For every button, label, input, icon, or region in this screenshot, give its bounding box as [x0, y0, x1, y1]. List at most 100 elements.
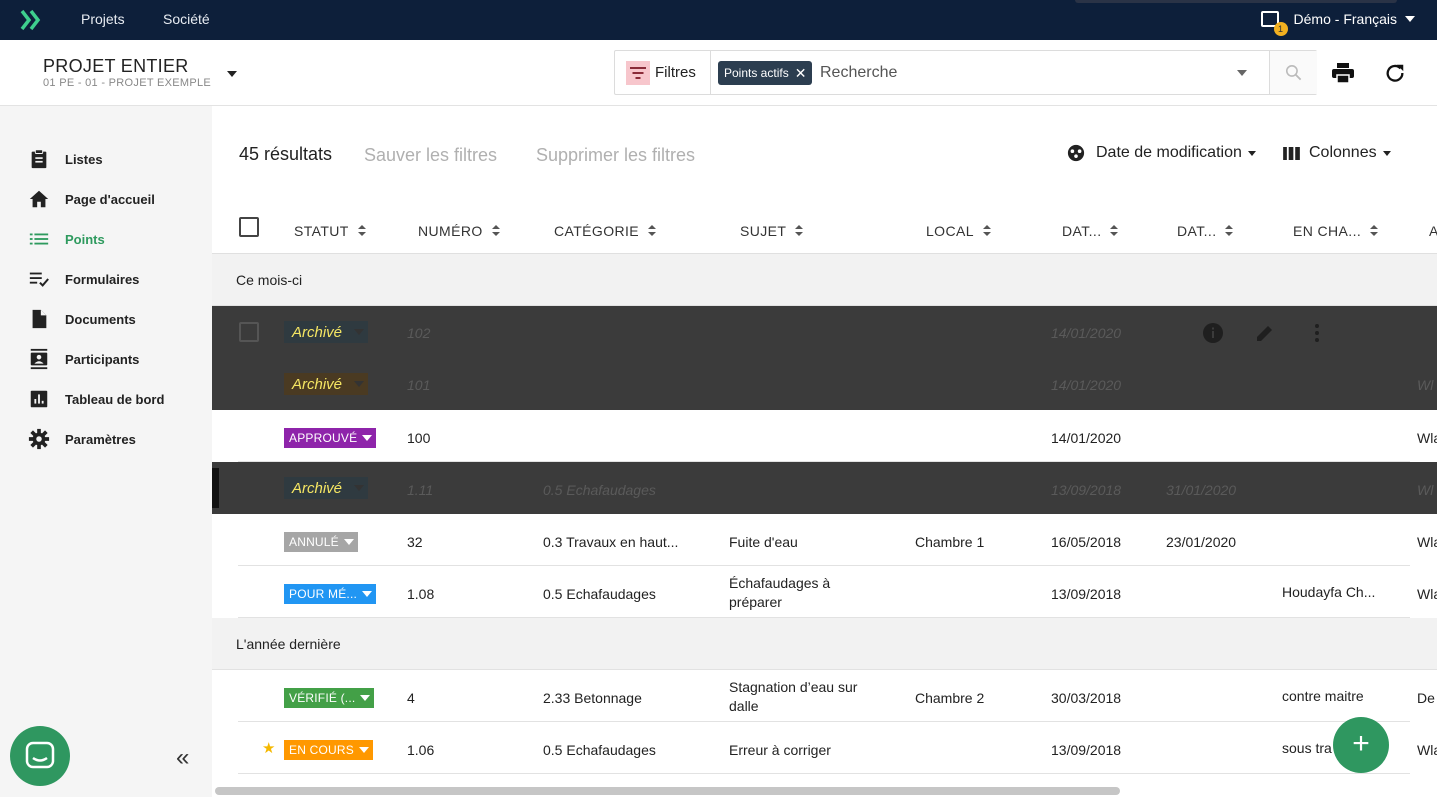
topnav-projets[interactable]: Projets: [81, 11, 125, 27]
column-header-categorie[interactable]: CATÉGORIE: [554, 223, 657, 239]
columns-dropdown[interactable]: Colonnes: [1283, 144, 1391, 162]
star-icon[interactable]: ★: [262, 739, 275, 757]
table-row[interactable]: Archivé 102 14/01/2020: [212, 306, 1437, 358]
sidebar-item-parametres[interactable]: Paramètres: [28, 428, 136, 450]
cell-sujet: Erreur à corriger: [729, 742, 831, 758]
status-badge[interactable]: POUR MÉ...: [284, 584, 377, 604]
sort-dropdown[interactable]: Date de modification: [1067, 144, 1256, 162]
more-vert-icon[interactable]: [1306, 322, 1328, 344]
collapse-sidebar-button[interactable]: «: [176, 744, 189, 772]
filter-search-bar: Filtres Points actifs ✕: [614, 50, 1317, 95]
project-title[interactable]: PROJET ENTIER: [43, 56, 189, 77]
cell-extra: De: [1417, 690, 1435, 706]
add-point-button[interactable]: +: [1333, 717, 1389, 773]
row-actions: [1202, 322, 1358, 344]
horizontal-scrollbar[interactable]: [215, 787, 1120, 795]
chevron-down-icon: [1382, 150, 1391, 156]
sort-icon: [1110, 225, 1119, 237]
sidebar-item-participants[interactable]: Participants: [28, 348, 139, 370]
sidebar-item-label: Paramètres: [65, 431, 136, 447]
sidebar-item-listes[interactable]: Listes: [28, 148, 103, 170]
status-badge[interactable]: Archivé: [284, 321, 369, 343]
table-row[interactable]: VÉRIFIÉ (... 4 2.33 Betonnage Stagnation…: [212, 670, 1437, 722]
table-row[interactable]: ★ EN COURS 1.06 0.5 Echafaudages Erreur …: [212, 722, 1437, 774]
column-header-date2[interactable]: DAT...: [1177, 223, 1234, 239]
cell-extra: Wla: [1417, 586, 1437, 602]
cell-numero: 1.11: [407, 482, 434, 498]
sidebar-item-points[interactable]: Points: [28, 228, 105, 250]
table-row[interactable]: Archivé 1.11 0.5 Echafaudages 13/09/2018…: [212, 462, 1437, 514]
column-header-statut[interactable]: STATUT: [294, 223, 366, 239]
chevron-down-icon[interactable]: [1237, 70, 1247, 76]
account-menu[interactable]: 1 Démo - Français: [1260, 11, 1415, 36]
cell-numero: 1.08: [407, 586, 435, 602]
filters-label: Filtres: [655, 64, 696, 81]
chevron-down-icon: [354, 485, 365, 491]
sidebar-item-accueil[interactable]: Page d'accueil: [28, 188, 155, 210]
sidebar-item-tableau[interactable]: Tableau de bord: [28, 388, 164, 410]
save-filters-button[interactable]: Sauver les filtres: [364, 145, 497, 166]
clipboard-icon: [31, 149, 47, 169]
table-header: STATUT NUMÉRO CATÉGORIE SUJET LOCAL DAT.…: [212, 206, 1437, 254]
edit-icon[interactable]: [1254, 322, 1276, 344]
group-header: L'année dernière: [212, 618, 1437, 670]
table-row[interactable]: ANNULÉ 32 0.3 Travaux en haut... Fuite d…: [212, 514, 1437, 566]
column-header-numero[interactable]: NUMÉRO: [418, 223, 500, 239]
search-input[interactable]: [820, 59, 1220, 87]
app-logo-icon[interactable]: [20, 9, 42, 31]
filters-button[interactable]: Filtres: [615, 51, 711, 94]
column-header-extra[interactable]: A: [1429, 223, 1437, 239]
cell-numero: 101: [407, 377, 431, 393]
notification-badge: 1: [1273, 22, 1288, 36]
sort-icon: [1370, 225, 1379, 237]
results-count: 45 résultats: [239, 144, 333, 164]
table-row[interactable]: POUR MÉ... 1.08 0.5 Echafaudages Échafau…: [212, 566, 1437, 618]
print-icon[interactable]: [1332, 63, 1354, 83]
sidebar-item-formulaires[interactable]: Formulaires: [28, 268, 139, 290]
gear-icon: [28, 428, 50, 450]
project-subtitle: 01 PE - 01 - PROJET EXEMPLE: [43, 77, 212, 89]
sidebar-item-label: Participants: [65, 351, 140, 367]
search-button[interactable]: [1269, 51, 1317, 94]
table-row[interactable]: APPROUVÉ 100 14/01/2020 Wla: [212, 410, 1437, 462]
status-badge[interactable]: ANNULÉ: [284, 532, 358, 552]
sort-icon: [491, 225, 500, 237]
refresh-icon[interactable]: [1384, 62, 1406, 84]
row-indicator: [212, 468, 219, 508]
cell-categorie: 0.5 Echafaudages: [543, 586, 656, 602]
sidebar-item-label: Tableau de bord: [65, 391, 165, 407]
info-icon[interactable]: [1202, 322, 1224, 344]
sidebar-item-label: Listes: [65, 151, 103, 167]
status-badge[interactable]: EN COURS: [284, 740, 373, 760]
cell-en-charge: Houdayfa Ch...: [1282, 584, 1376, 600]
sort-label: Date de modification: [1096, 144, 1242, 161]
row-checkbox[interactable]: [239, 322, 259, 342]
table-row[interactable]: Archivé 101 14/01/2020 Wl: [212, 358, 1437, 410]
top-navigation-bar: Projets Société 1 Démo - Français: [0, 0, 1437, 40]
status-badge[interactable]: VÉRIFIÉ (...: [284, 688, 375, 708]
column-header-sujet[interactable]: SUJET: [740, 223, 804, 239]
cell-date2: 31/01/2020: [1166, 482, 1237, 498]
monitor-icon[interactable]: 1: [1260, 11, 1288, 36]
status-badge[interactable]: Archivé: [284, 373, 369, 395]
sidebar-item-documents[interactable]: Documents: [28, 308, 136, 330]
search-icon: [1285, 64, 1302, 81]
close-icon[interactable]: ✕: [795, 65, 807, 82]
sort-icon: [795, 225, 804, 237]
sidebar-item-label: Points: [65, 231, 105, 247]
project-selector-caret-icon[interactable]: [227, 71, 237, 77]
cell-date1: 14/01/2020: [1051, 430, 1122, 446]
topnav-societe[interactable]: Société: [163, 11, 210, 27]
status-badge[interactable]: APPROUVÉ: [284, 428, 377, 448]
chat-button[interactable]: [10, 726, 70, 786]
delete-filters-button[interactable]: Supprimer les filtres: [536, 145, 695, 166]
sort-icon: [1225, 225, 1234, 237]
chevron-down-icon: [362, 591, 373, 597]
status-badge[interactable]: Archivé: [284, 477, 369, 499]
column-header-local[interactable]: LOCAL: [926, 223, 991, 239]
select-all-checkbox[interactable]: [239, 217, 259, 237]
cell-date2: 23/01/2020: [1166, 534, 1237, 550]
column-header-en-charge[interactable]: EN CHA...: [1293, 223, 1379, 239]
chevron-down-icon: [1405, 16, 1415, 22]
column-header-date1[interactable]: DAT...: [1062, 223, 1119, 239]
